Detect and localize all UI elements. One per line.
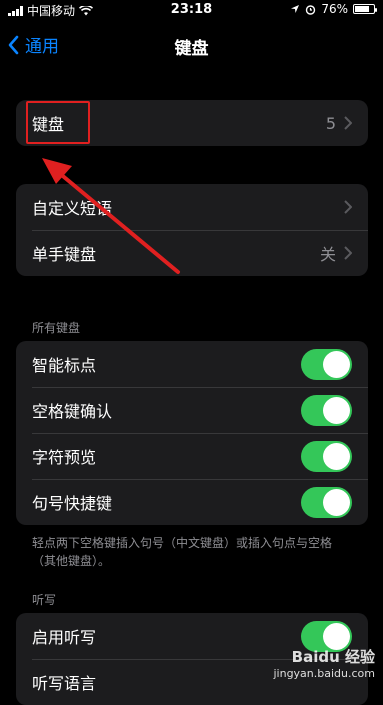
- one-handed-keyboard-label: 单手键盘: [32, 245, 97, 264]
- watermark: Baidu 经验 jingyan.baidu.com: [273, 646, 375, 680]
- navigation-bar: 通用 键盘: [0, 26, 383, 60]
- space-confirm-toggle[interactable]: [301, 394, 352, 426]
- keyboards-count: 5: [325, 113, 336, 133]
- alarm-icon: [306, 4, 316, 15]
- dictation-header: 听写: [32, 593, 57, 607]
- smart-punctuation-row: 智能标点: [16, 341, 368, 387]
- smart-punctuation-toggle[interactable]: [301, 348, 352, 380]
- character-preview-toggle[interactable]: [301, 440, 352, 472]
- character-preview-label: 字符预览: [32, 448, 97, 467]
- enable-dictation-label: 启用听写: [32, 628, 97, 647]
- space-confirm-label: 空格键确认: [32, 402, 113, 421]
- all-keyboards-header: 所有键盘: [32, 321, 81, 335]
- period-shortcut-label: 句号快捷键: [32, 494, 113, 513]
- one-handed-keyboard-value: 关: [319, 245, 336, 264]
- page-title: 键盘: [174, 39, 209, 59]
- period-shortcut-row: 句号快捷键: [16, 479, 368, 525]
- character-preview-row: 字符预览: [16, 433, 368, 479]
- chevron-right-icon: [344, 116, 352, 130]
- space-confirm-row: 空格键确认: [16, 387, 368, 433]
- watermark-brand: Baidu 经验: [291, 648, 375, 666]
- period-shortcut-toggle[interactable]: [301, 486, 352, 518]
- chevron-right-icon: [344, 200, 352, 214]
- watermark-url: jingyan.baidu.com: [273, 667, 375, 680]
- smart-punctuation-label: 智能标点: [32, 356, 97, 375]
- text-replacement-row[interactable]: 自定义短语: [16, 184, 368, 230]
- all-keyboards-group: 智能标点 空格键确认 字符预览 句号快捷键: [16, 341, 368, 525]
- location-icon: [291, 5, 300, 13]
- period-shortcut-footer: 轻点两下空格键插入句号（中文键盘）或插入句点与空格（其他键盘）。: [32, 536, 333, 568]
- phrases-group: 自定义短语 单手键盘 关: [16, 184, 368, 276]
- status-right: 76%: [290, 2, 377, 16]
- annotation-highlight-box: [26, 101, 90, 144]
- battery-percent: 76%: [321, 2, 348, 16]
- battery-icon: [353, 4, 377, 14]
- text-replacement-label: 自定义短语: [32, 199, 113, 218]
- chevron-right-icon: [344, 246, 352, 260]
- one-handed-keyboard-row[interactable]: 单手键盘 关: [16, 230, 368, 276]
- status-bar: 中国移动 23:18 76%: [0, 0, 383, 20]
